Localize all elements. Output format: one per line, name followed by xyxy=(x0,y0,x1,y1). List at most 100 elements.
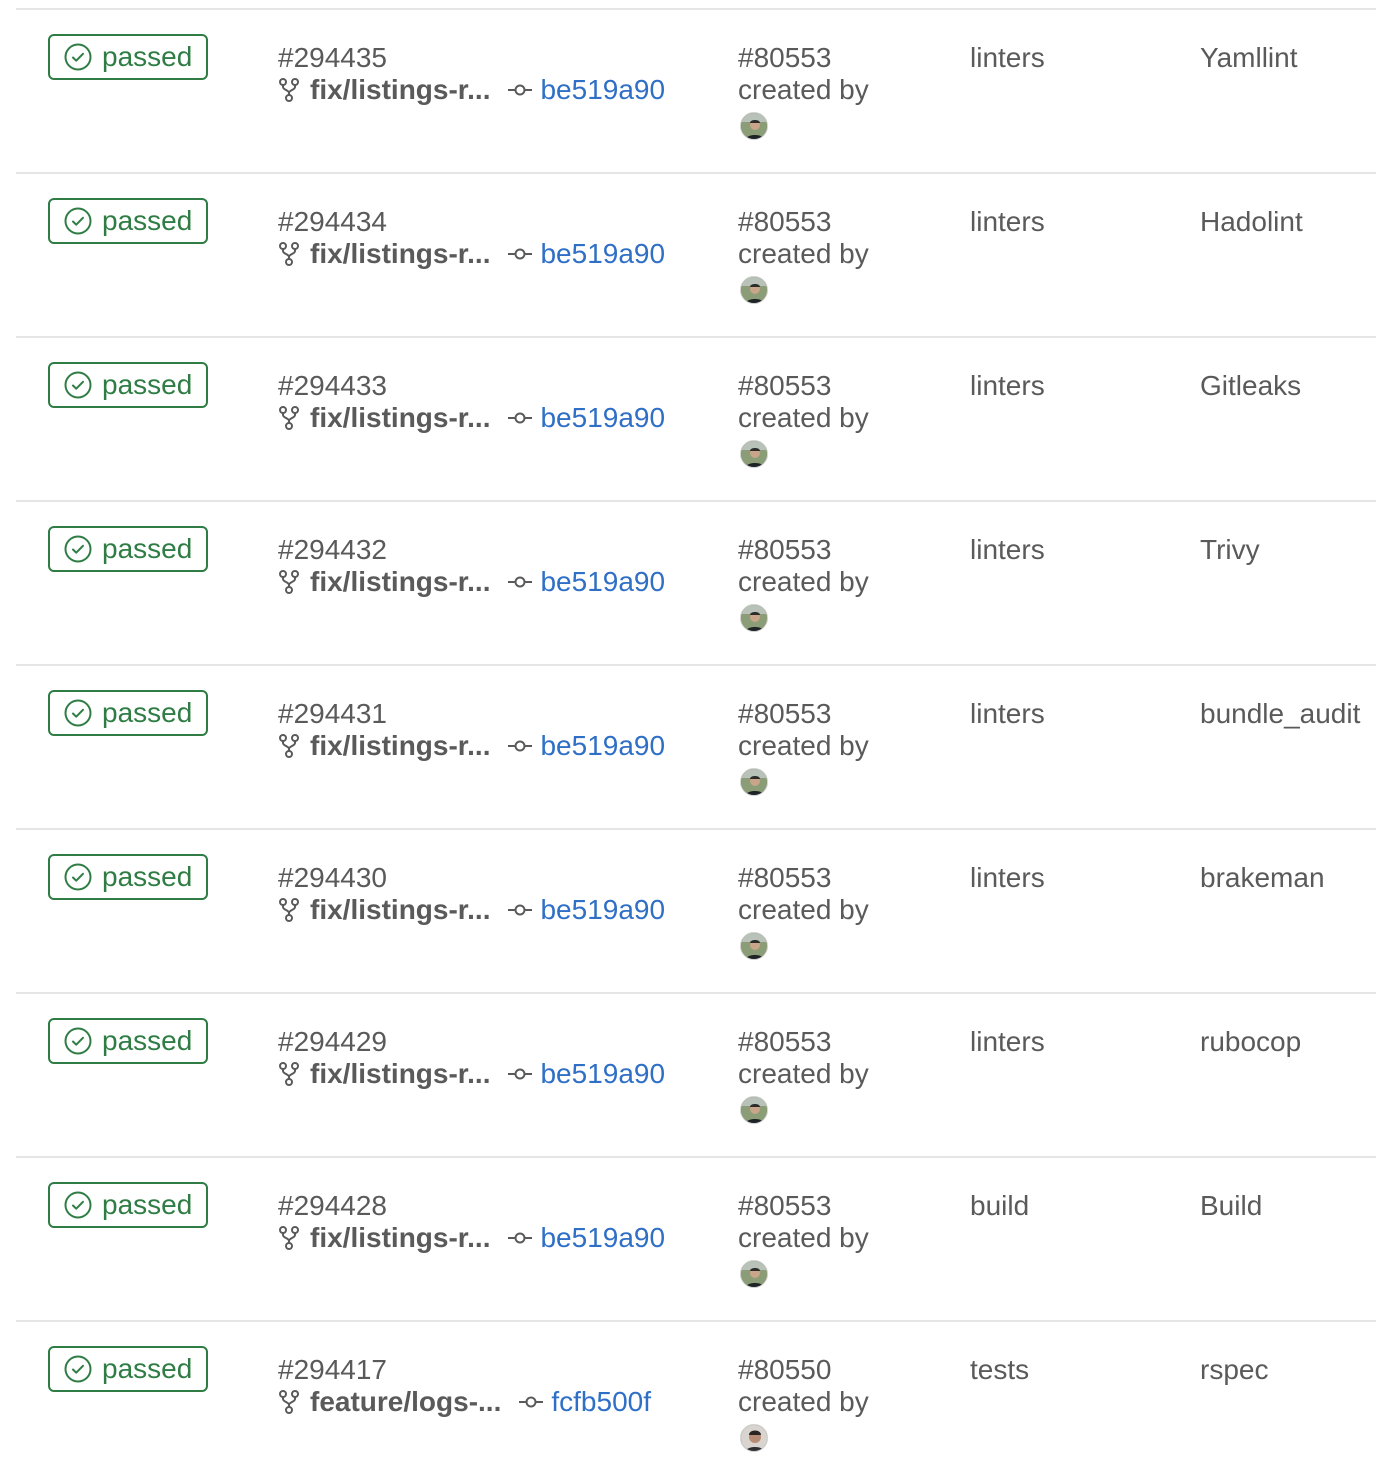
status-label: passed xyxy=(102,861,193,892)
check-circle-icon xyxy=(64,699,92,727)
avatar[interactable] xyxy=(740,1260,768,1288)
branch-link[interactable]: feature/logs-... xyxy=(310,1386,501,1418)
ref-line: fix/listings-r... be519a90 xyxy=(278,238,665,270)
branch-link[interactable]: fix/listings-r... xyxy=(310,730,490,762)
job-id-link[interactable]: #294432 xyxy=(278,534,387,566)
status-label: passed xyxy=(102,1189,193,1220)
job-row: passed #294428 fix/listings-r... be519a9… xyxy=(16,1156,1376,1320)
branch-icon xyxy=(279,1390,299,1414)
created-by-label: created by xyxy=(738,74,869,105)
commit-link[interactable]: be519a90 xyxy=(540,1058,665,1090)
avatar[interactable] xyxy=(740,1096,768,1124)
branch-link[interactable]: fix/listings-r... xyxy=(310,566,490,598)
avatar[interactable] xyxy=(740,112,768,140)
check-circle-icon xyxy=(64,863,92,891)
branch-link[interactable]: fix/listings-r... xyxy=(310,1058,490,1090)
job-id-link[interactable]: #294428 xyxy=(278,1190,387,1222)
commit-icon xyxy=(519,1396,544,1408)
job-name: bundle_audit xyxy=(1200,698,1361,729)
branch-icon xyxy=(279,406,299,430)
job-name: Build xyxy=(1200,1190,1263,1221)
commit-icon xyxy=(508,84,533,96)
status-label: passed xyxy=(102,533,193,564)
commit-link[interactable]: be519a90 xyxy=(540,730,665,762)
branch-link[interactable]: fix/listings-r... xyxy=(310,402,490,434)
ref-line: fix/listings-r... be519a90 xyxy=(278,402,665,434)
branch-icon xyxy=(279,898,299,922)
status-badge[interactable]: passed xyxy=(48,34,208,80)
pipeline-id-link[interactable]: #80553 xyxy=(738,42,831,74)
check-circle-icon xyxy=(64,1355,92,1383)
commit-link[interactable]: be519a90 xyxy=(540,402,665,434)
ref-line: feature/logs-... fcfb500f xyxy=(278,1386,651,1418)
status-badge[interactable]: passed xyxy=(48,854,208,900)
pipeline-id-link[interactable]: #80550 xyxy=(738,1354,831,1386)
job-id-link[interactable]: #294435 xyxy=(278,42,387,74)
job-id-link[interactable]: #294430 xyxy=(278,862,387,894)
stage-label: build xyxy=(970,1190,1030,1221)
branch-link[interactable]: fix/listings-r... xyxy=(310,894,490,926)
status-badge[interactable]: passed xyxy=(48,526,208,572)
pipeline-id-link[interactable]: #80553 xyxy=(738,1190,831,1222)
pipeline-id-link[interactable]: #80553 xyxy=(738,698,831,730)
pipeline-id-link[interactable]: #80553 xyxy=(738,1026,831,1058)
ref-line: fix/listings-r... be519a90 xyxy=(278,566,665,598)
status-label: passed xyxy=(102,697,193,728)
job-id-link[interactable]: #294434 xyxy=(278,206,387,238)
commit-icon xyxy=(508,576,533,588)
avatar[interactable] xyxy=(740,440,768,468)
check-circle-icon xyxy=(64,1027,92,1055)
stage-label: linters xyxy=(970,862,1045,893)
job-name: Yamllint xyxy=(1200,42,1298,73)
commit-icon xyxy=(508,904,533,916)
avatar[interactable] xyxy=(740,932,768,960)
created-by-label: created by xyxy=(738,238,869,269)
created-by-label: created by xyxy=(738,1386,869,1417)
stage-label: linters xyxy=(970,206,1045,237)
job-row: passed #294433 fix/listings-r... be519a9… xyxy=(16,336,1376,500)
status-badge[interactable]: passed xyxy=(48,198,208,244)
branch-link[interactable]: fix/listings-r... xyxy=(310,238,490,270)
commit-link[interactable]: be519a90 xyxy=(540,894,665,926)
commit-link[interactable]: fcfb500f xyxy=(551,1386,651,1418)
job-row: passed #294431 fix/listings-r... be519a9… xyxy=(16,664,1376,828)
status-label: passed xyxy=(102,41,193,72)
branch-icon xyxy=(279,734,299,758)
commit-link[interactable]: be519a90 xyxy=(540,566,665,598)
created-by-label: created by xyxy=(738,1058,869,1089)
stage-label: linters xyxy=(970,42,1045,73)
branch-icon xyxy=(279,1062,299,1086)
commit-link[interactable]: be519a90 xyxy=(540,1222,665,1254)
commit-link[interactable]: be519a90 xyxy=(540,74,665,106)
status-badge[interactable]: passed xyxy=(48,362,208,408)
jobs-table: passed #294435 fix/listings-r... be519a9… xyxy=(16,8,1376,1484)
commit-link[interactable]: be519a90 xyxy=(540,238,665,270)
job-name: rspec xyxy=(1200,1354,1269,1385)
branch-link[interactable]: fix/listings-r... xyxy=(310,74,490,106)
avatar[interactable] xyxy=(740,1424,768,1452)
avatar[interactable] xyxy=(740,276,768,304)
branch-link[interactable]: fix/listings-r... xyxy=(310,1222,490,1254)
job-id-link[interactable]: #294433 xyxy=(278,370,387,402)
created-by-label: created by xyxy=(738,894,869,925)
avatar[interactable] xyxy=(740,604,768,632)
status-badge[interactable]: passed xyxy=(48,1346,208,1392)
status-badge[interactable]: passed xyxy=(48,690,208,736)
job-id-link[interactable]: #294417 xyxy=(278,1354,387,1386)
avatar[interactable] xyxy=(740,768,768,796)
pipeline-id-link[interactable]: #80553 xyxy=(738,370,831,402)
created-by-label: created by xyxy=(738,730,869,761)
job-row: passed #294417 feature/logs-... fcfb500f… xyxy=(16,1320,1376,1484)
job-id-link[interactable]: #294431 xyxy=(278,698,387,730)
job-id-link[interactable]: #294429 xyxy=(278,1026,387,1058)
job-row: passed #294430 fix/listings-r... be519a9… xyxy=(16,828,1376,992)
pipeline-id-link[interactable]: #80553 xyxy=(738,862,831,894)
job-name: Gitleaks xyxy=(1200,370,1302,401)
pipeline-id-link[interactable]: #80553 xyxy=(738,534,831,566)
ref-line: fix/listings-r... be519a90 xyxy=(278,1222,665,1254)
status-badge[interactable]: passed xyxy=(48,1018,208,1064)
check-circle-icon xyxy=(64,1191,92,1219)
commit-icon xyxy=(508,412,533,424)
status-badge[interactable]: passed xyxy=(48,1182,208,1228)
pipeline-id-link[interactable]: #80553 xyxy=(738,206,831,238)
